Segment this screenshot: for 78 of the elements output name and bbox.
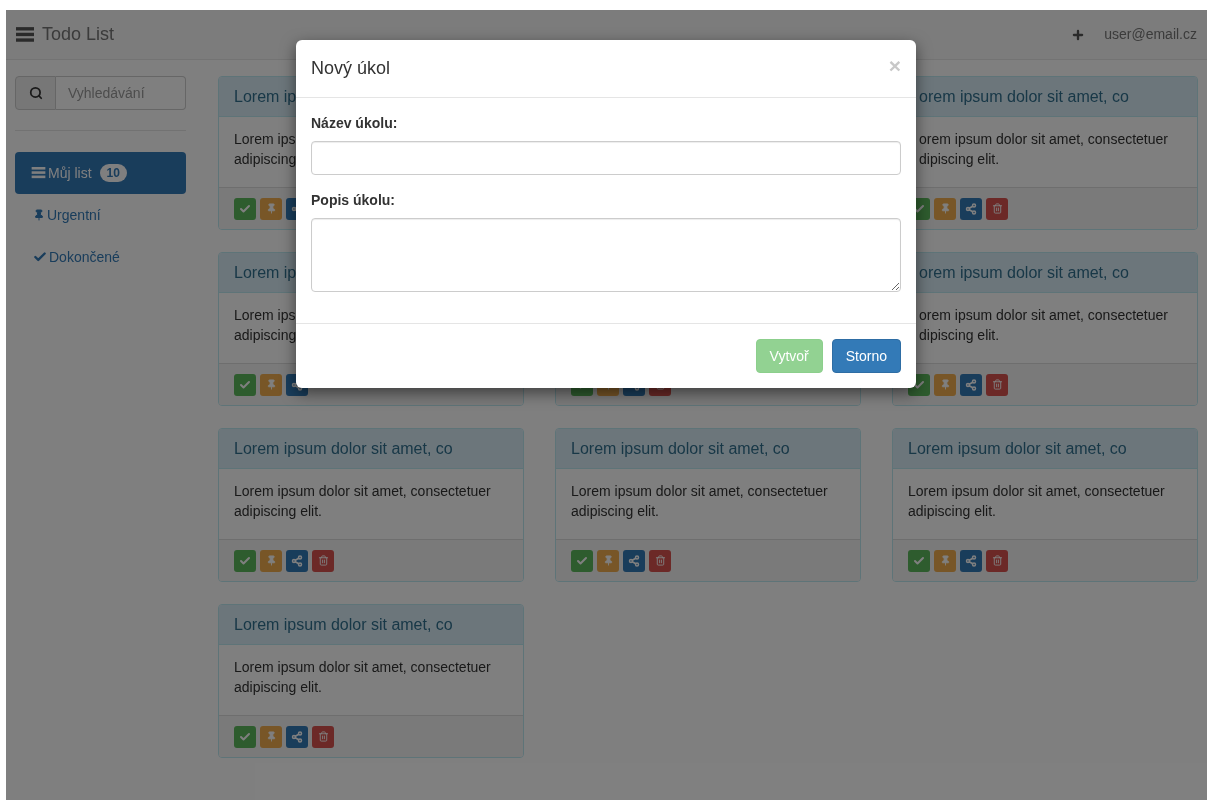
pin-button[interactable] — [260, 373, 282, 396]
check-icon — [239, 730, 251, 743]
share-button[interactable] — [286, 549, 308, 572]
delete-button[interactable] — [312, 549, 334, 572]
pin-button[interactable] — [597, 549, 619, 572]
pin-icon — [939, 555, 951, 566]
list-icon — [31, 167, 46, 179]
sidebar-item[interactable]: Urgentní — [15, 194, 186, 236]
delete-button[interactable] — [986, 373, 1008, 396]
cancel-button[interactable]: Storno — [831, 339, 901, 373]
task-title: orem ipsum dolor sit amet, co — [919, 262, 1129, 283]
search-icon — [28, 86, 43, 100]
share-button[interactable] — [623, 549, 645, 572]
task-description: Lorem ipsum dolor sit amet, consectetuer adipiscing elit. — [234, 482, 492, 521]
trash-icon — [654, 555, 666, 566]
share-button[interactable] — [960, 549, 982, 572]
check-icon — [239, 554, 251, 567]
delete-button[interactable] — [986, 197, 1008, 220]
check-icon — [239, 202, 251, 215]
sidebar-item[interactable]: Můj list 10 — [15, 152, 186, 194]
task-title: Lorem ipsum dolor sit amet, co — [571, 438, 790, 459]
share-icon — [965, 554, 977, 567]
pin-icon — [265, 731, 277, 742]
task-title: Lorem ip — [234, 86, 297, 107]
name-field[interactable] — [311, 141, 901, 175]
delete-button[interactable] — [312, 725, 334, 748]
task-description: orem ipsum dolor sit amet, consectetuer dipiscing elit. — [919, 130, 1169, 169]
trash-icon — [317, 731, 329, 742]
pin-button[interactable] — [934, 549, 956, 572]
field-label: Popis úkolu: — [311, 191, 396, 210]
share-icon — [965, 378, 977, 391]
share-button[interactable] — [286, 725, 308, 748]
sidebar-item[interactable]: Dokončené — [15, 236, 186, 278]
delete-button[interactable] — [986, 549, 1008, 572]
pin-icon — [265, 379, 277, 390]
check-icon — [576, 554, 588, 567]
share-button[interactable] — [960, 373, 982, 396]
task-description: Lorem ipsum dolor sit amet, consectetuer adipiscing elit. — [908, 482, 1166, 521]
pin-icon — [265, 555, 277, 566]
brand-title[interactable]: Todo List — [42, 21, 115, 48]
task-title: Lorem ip — [234, 262, 297, 283]
task-description: Lorem ipsum dolor sit amet, consectetuer adipiscing elit. — [571, 482, 829, 521]
trash-icon — [991, 379, 1003, 390]
task-title: Lorem ipsum dolor sit amet, co — [908, 438, 1127, 459]
delete-button[interactable] — [649, 549, 671, 572]
pin-icon — [602, 555, 614, 566]
dialog-title: Nový úkol — [311, 57, 391, 80]
pin-icon — [265, 203, 277, 214]
trash-icon — [991, 203, 1003, 214]
task-description: orem ipsum dolor sit amet, consectetuer dipiscing elit. — [919, 306, 1169, 345]
pin-icon — [33, 209, 45, 221]
description-field[interactable] — [311, 218, 901, 292]
pin-button[interactable] — [260, 725, 282, 748]
check-icon — [239, 378, 251, 391]
share-icon — [628, 554, 640, 567]
pin-button[interactable] — [260, 549, 282, 572]
task-description: Lorem ips adipiscing — [234, 130, 298, 169]
pin-icon — [939, 203, 951, 214]
share-button[interactable] — [960, 197, 982, 220]
user-email[interactable]: user@email.cz — [1104, 24, 1197, 45]
check-icon — [913, 554, 925, 567]
share-icon — [965, 202, 977, 215]
pin-button[interactable] — [260, 197, 282, 220]
pin-icon — [939, 379, 951, 390]
list-icon — [16, 26, 34, 43]
share-icon — [291, 554, 303, 567]
field-label: Název úkolu: — [311, 114, 399, 133]
share-icon — [291, 730, 303, 743]
task-description: Lorem ips adipiscing — [234, 306, 298, 345]
close-button[interactable]: × — [888, 55, 901, 76]
count-badge: 10 — [99, 164, 127, 182]
task-title: Lorem ipsum dolor sit amet, co — [234, 614, 453, 635]
trash-icon — [317, 555, 329, 566]
trash-icon — [991, 555, 1003, 566]
task-description: Lorem ipsum dolor sit amet, consectetuer adipiscing elit. — [234, 658, 492, 697]
task-title: Lorem ipsum dolor sit amet, co — [234, 438, 453, 459]
check-icon — [33, 250, 47, 264]
task-title: orem ipsum dolor sit amet, co — [919, 86, 1129, 107]
